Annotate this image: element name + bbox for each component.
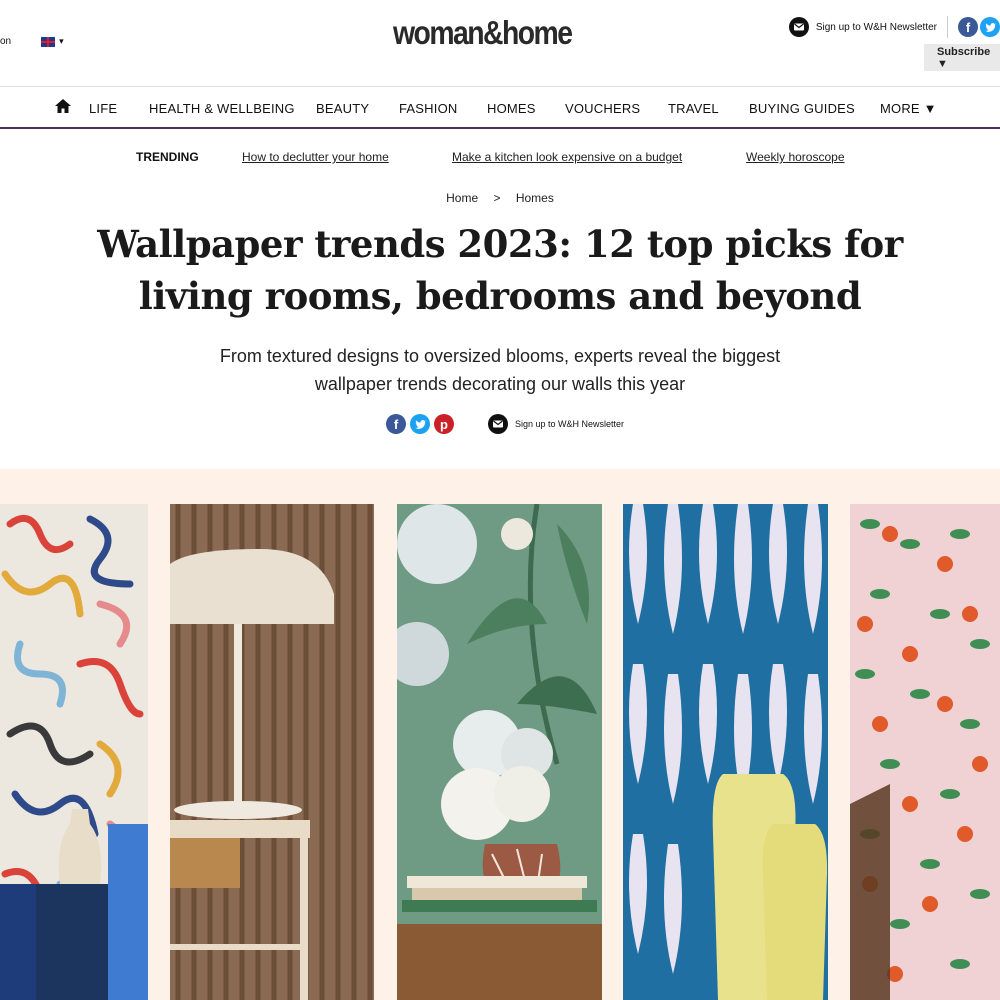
mail-icon[interactable] <box>788 17 809 37</box>
breadcrumb: Home > Homes <box>0 191 1000 205</box>
nav-item-fashion[interactable]: FASHION <box>399 101 457 116</box>
headline-line-2: living rooms, bedrooms and beyond <box>138 274 862 318</box>
abstract-squiggle-wallpaper-panel <box>0 504 148 1000</box>
site-logo[interactable]: woman&home <box>393 14 573 52</box>
share-newsletter-link[interactable]: Sign up to W&H Newsletter <box>515 419 624 429</box>
divider <box>947 16 948 38</box>
nav-item-beauty[interactable]: BEAUTY <box>316 101 369 116</box>
share-facebook-icon[interactable]: f <box>386 414 406 434</box>
nav-item-vouchers[interactable]: VOUCHERS <box>565 101 640 116</box>
headline-line-1: Wallpaper trends 2023: 12 top picks for <box>97 222 903 266</box>
home-icon[interactable] <box>54 98 72 114</box>
mail-icon[interactable] <box>488 414 508 434</box>
region-text: on <box>0 36 12 47</box>
article-subheading: From textured designs to oversized bloom… <box>180 342 820 398</box>
trending-link-horoscope[interactable]: Weekly horoscope <box>746 150 845 164</box>
share-bar: f p Sign up to W&H Newsletter <box>386 414 634 434</box>
nav-item-travel[interactable]: TRAVEL <box>668 101 719 116</box>
region-selector[interactable]: on ▾ <box>0 36 64 47</box>
subscribe-button[interactable]: Subscribe ▼ <box>924 44 1000 71</box>
blue-geometric-wallpaper-panel <box>623 504 828 1000</box>
subheading-line-1: From textured designs to oversized bloom… <box>219 346 781 366</box>
uk-flag-icon <box>41 36 56 47</box>
subheading-line-2: wallpaper trends decorating our walls th… <box>314 374 686 394</box>
nav-item-buying-guides[interactable]: BUYING GUIDES <box>749 101 855 116</box>
wood-slat-wallpaper-with-lamp-panel <box>170 504 374 1000</box>
nav-item-homes[interactable]: HOMES <box>487 101 536 116</box>
header-actions: Sign up to W&H Newsletter f <box>788 16 1000 38</box>
chevron-down-icon: ▾ <box>59 36 64 46</box>
nav-item-health-wellbeing[interactable]: HEALTH & WELLBEING <box>149 101 295 116</box>
nav-item-life[interactable]: LIFE <box>89 101 117 116</box>
main-nav: LIFE HEALTH & WELLBEING BEAUTY FASHION H… <box>0 86 1000 129</box>
green-floral-wallpaper-panel <box>397 504 602 1000</box>
breadcrumb-homes[interactable]: Homes <box>516 191 554 205</box>
trending-label: TRENDING <box>136 150 199 164</box>
newsletter-signup-link[interactable]: Sign up to W&H Newsletter <box>816 22 937 33</box>
trending-link-declutter[interactable]: How to declutter your home <box>242 150 389 164</box>
orange-tree-wallpaper-panel <box>850 504 1000 1000</box>
trending-link-kitchen[interactable]: Make a kitchen look expensive on a budge… <box>452 150 682 164</box>
breadcrumb-separator: > <box>493 191 501 205</box>
article-headline: Wallpaper trends 2023: 12 top picks for … <box>60 218 940 322</box>
share-pinterest-icon[interactable]: p <box>434 414 454 434</box>
nav-item-more[interactable]: MORE ▼ <box>880 101 937 116</box>
share-twitter-icon[interactable] <box>410 414 430 434</box>
hero-image <box>0 469 1000 1000</box>
facebook-icon[interactable]: f <box>958 17 978 37</box>
breadcrumb-home[interactable]: Home <box>446 191 478 205</box>
twitter-icon[interactable] <box>980 17 1000 37</box>
